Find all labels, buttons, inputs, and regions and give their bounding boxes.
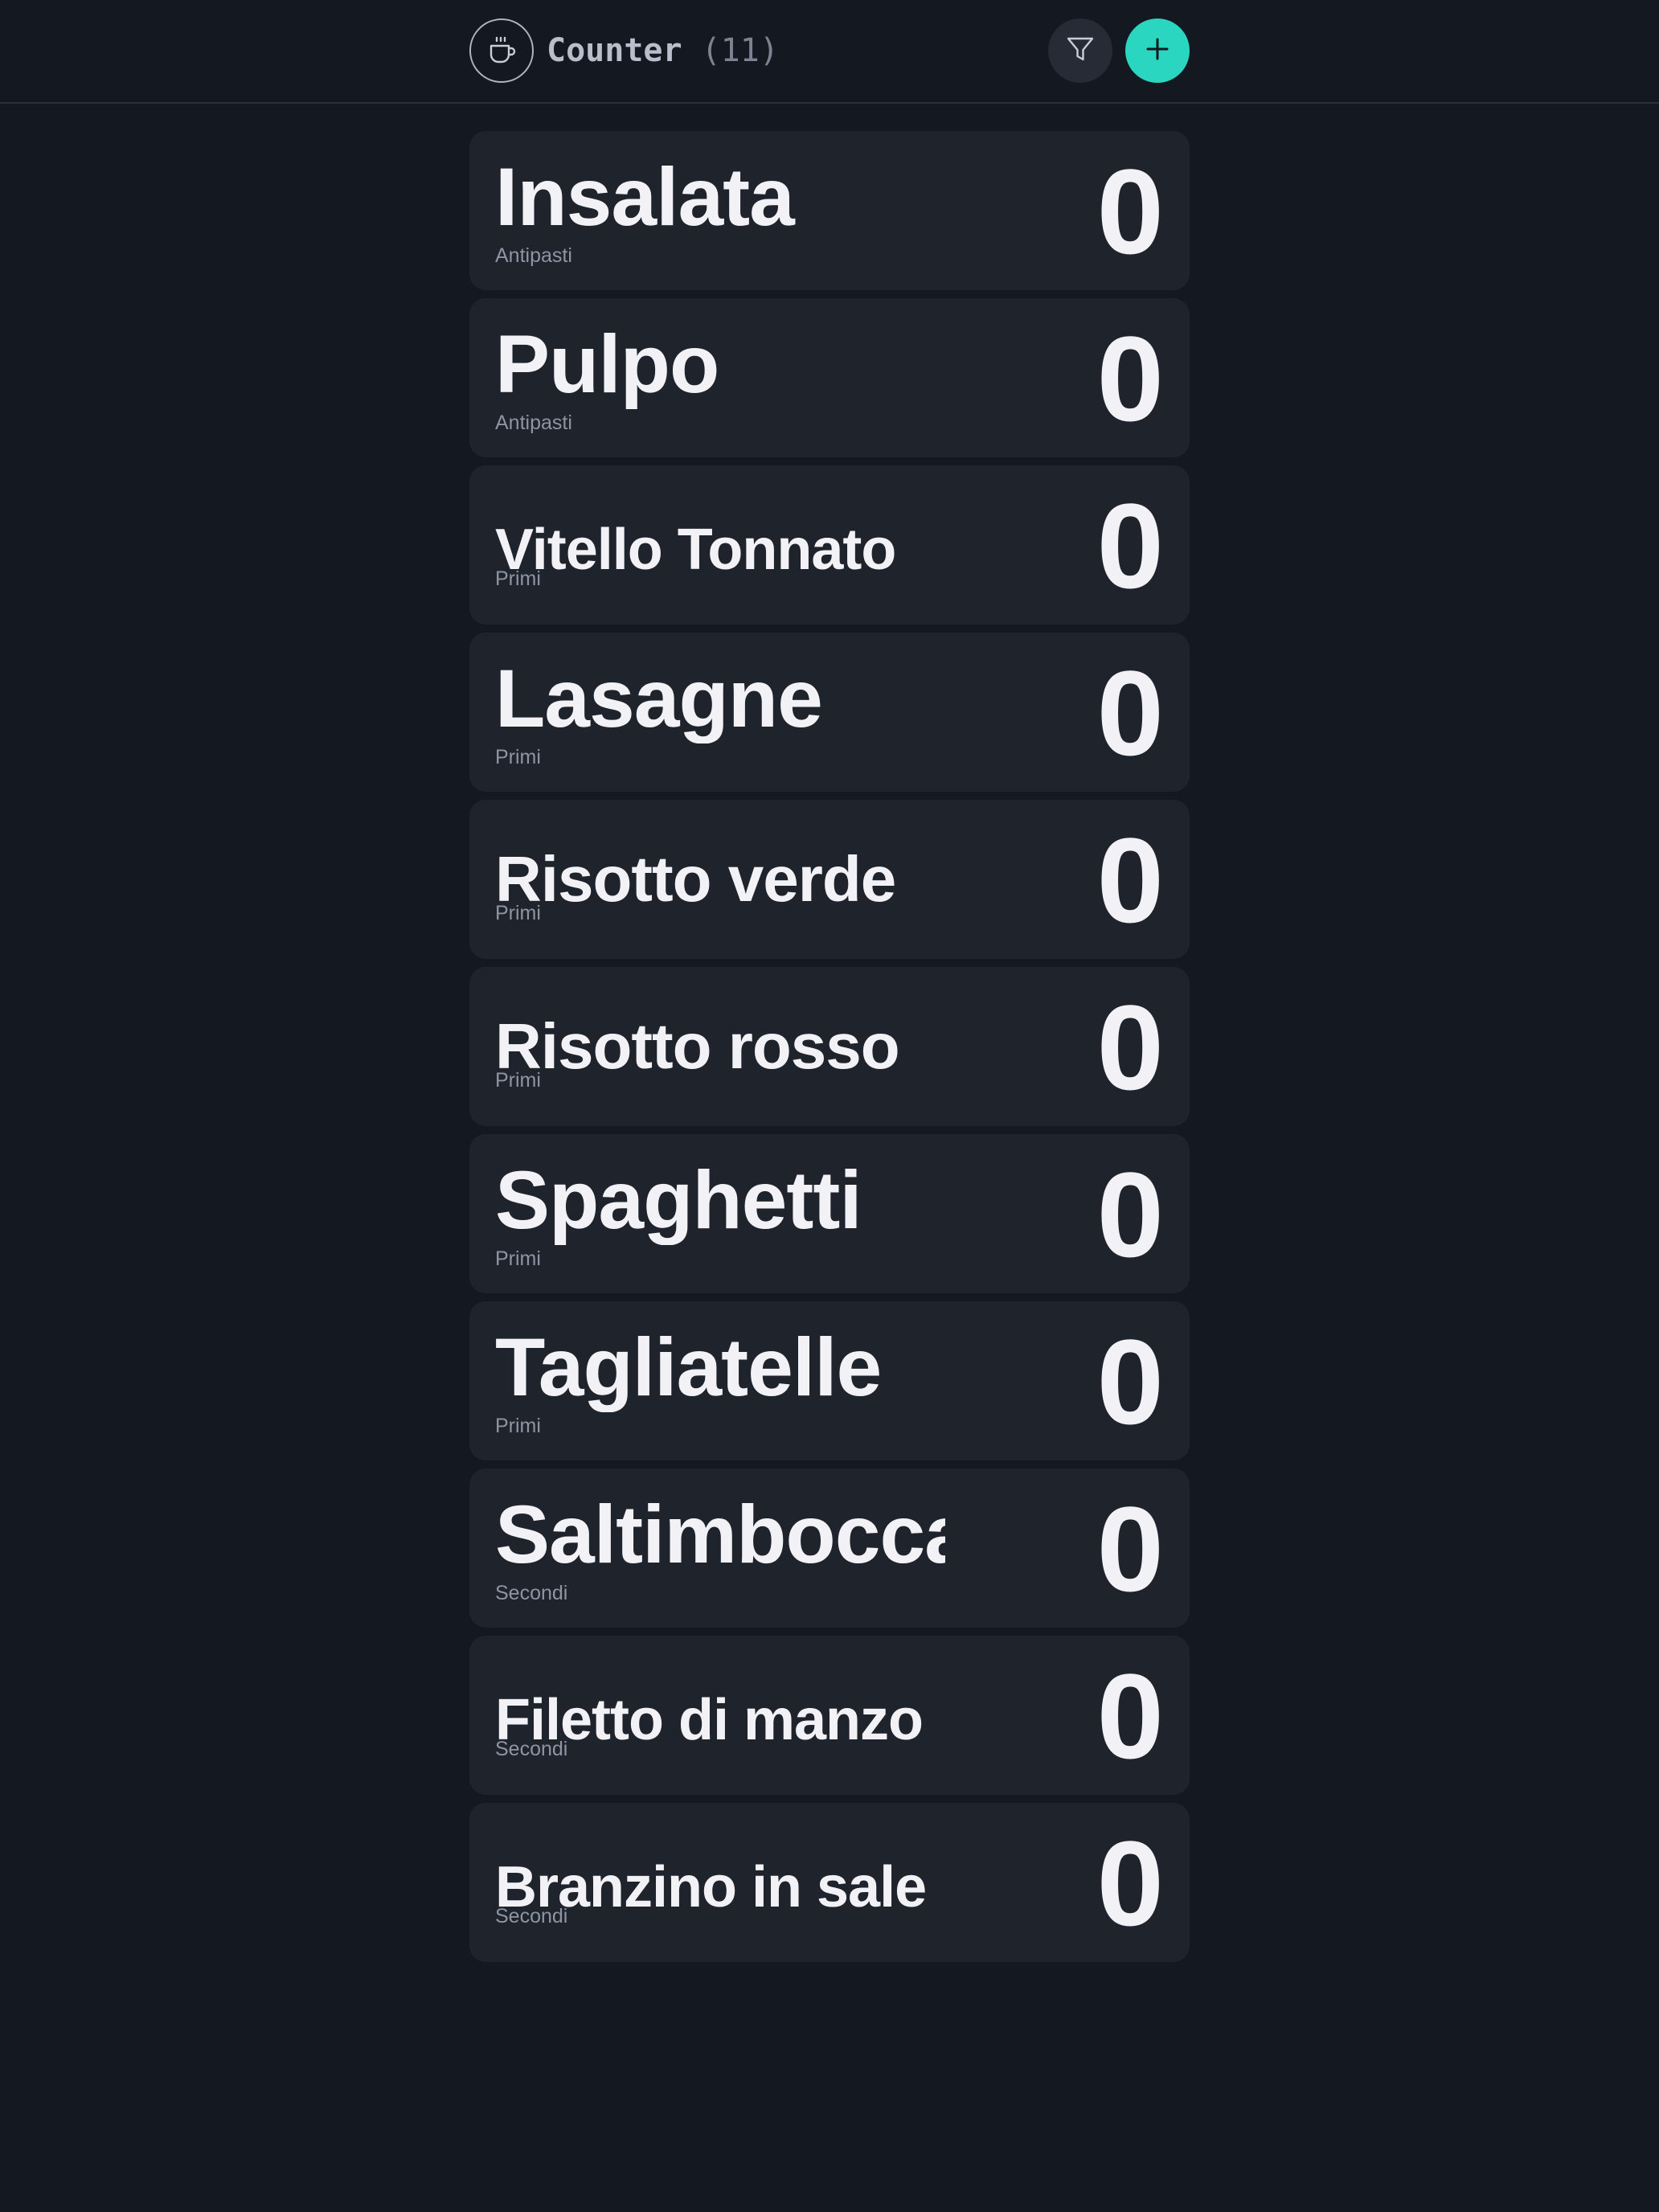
item-name: Insalata: [495, 152, 795, 242]
item-category: Primi: [495, 1069, 541, 1092]
plus-icon: [1143, 35, 1172, 68]
list-item[interactable]: Saltimbocca Secondi 0: [469, 1469, 1190, 1628]
item-category: Primi: [495, 567, 541, 590]
item-category: Primi: [495, 746, 541, 768]
item-count-badge: (11): [701, 32, 779, 69]
list-item[interactable]: Risotto verde Primi 0: [469, 800, 1190, 959]
item-category: Secondi: [495, 1582, 568, 1604]
item-counter: 0: [1096, 980, 1164, 1115]
app-header: Counter (11): [0, 0, 1659, 104]
list-item[interactable]: Lasagne Primi 0: [469, 633, 1190, 792]
item-counter: 0: [1096, 813, 1164, 948]
app-title: Counter: [547, 32, 682, 69]
header-bar: Counter (11): [469, 18, 1190, 84]
item-counter: 0: [1096, 1314, 1164, 1449]
item-name: Risotto rosso: [495, 1010, 900, 1082]
item-counter: 0: [1096, 478, 1164, 613]
coffee-cup-icon[interactable]: [469, 18, 534, 83]
page-title: Counter (11): [547, 28, 779, 73]
list-item[interactable]: Filetto di manzo Secondi 0: [469, 1636, 1190, 1795]
filter-icon: [1064, 33, 1096, 69]
item-category: Antipasti: [495, 412, 572, 434]
item-name: Saltimbocca: [495, 1489, 945, 1579]
item-name: Vitello Tonnato: [495, 518, 896, 582]
counter-list: Insalata Antipasti 0 Pulpo Antipasti 0 V…: [469, 131, 1190, 1970]
item-counter: 0: [1096, 645, 1164, 780]
item-category: Secondi: [495, 1905, 568, 1927]
list-item[interactable]: Pulpo Antipasti 0: [469, 298, 1190, 457]
item-name: Tagliatelle: [495, 1322, 882, 1412]
item-name: Risotto verde: [495, 843, 896, 915]
item-counter: 0: [1096, 1147, 1164, 1282]
list-item[interactable]: Risotto rosso Primi 0: [469, 967, 1190, 1126]
item-name: Pulpo: [495, 319, 719, 409]
item-category: Antipasti: [495, 244, 572, 267]
item-counter: 0: [1096, 311, 1164, 446]
item-counter: 0: [1096, 144, 1164, 279]
item-counter: 0: [1096, 1481, 1164, 1616]
list-item[interactable]: Insalata Antipasti 0: [469, 131, 1190, 290]
list-item[interactable]: Branzino in sale Secondi 0: [469, 1803, 1190, 1962]
list-item[interactable]: Tagliatelle Primi 0: [469, 1301, 1190, 1460]
item-category: Primi: [495, 1247, 541, 1270]
item-category: Primi: [495, 902, 541, 924]
list-item[interactable]: Spaghetti Primi 0: [469, 1134, 1190, 1293]
list-item[interactable]: Vitello Tonnato Primi 0: [469, 465, 1190, 625]
item-category: Secondi: [495, 1738, 568, 1760]
item-counter: 0: [1096, 1649, 1164, 1784]
item-name: Spaghetti: [495, 1155, 862, 1245]
item-category: Primi: [495, 1415, 541, 1437]
item-name: Lasagne: [495, 653, 823, 743]
item-counter: 0: [1096, 1816, 1164, 1951]
add-item-button[interactable]: [1125, 18, 1190, 83]
filter-button[interactable]: [1048, 18, 1112, 83]
